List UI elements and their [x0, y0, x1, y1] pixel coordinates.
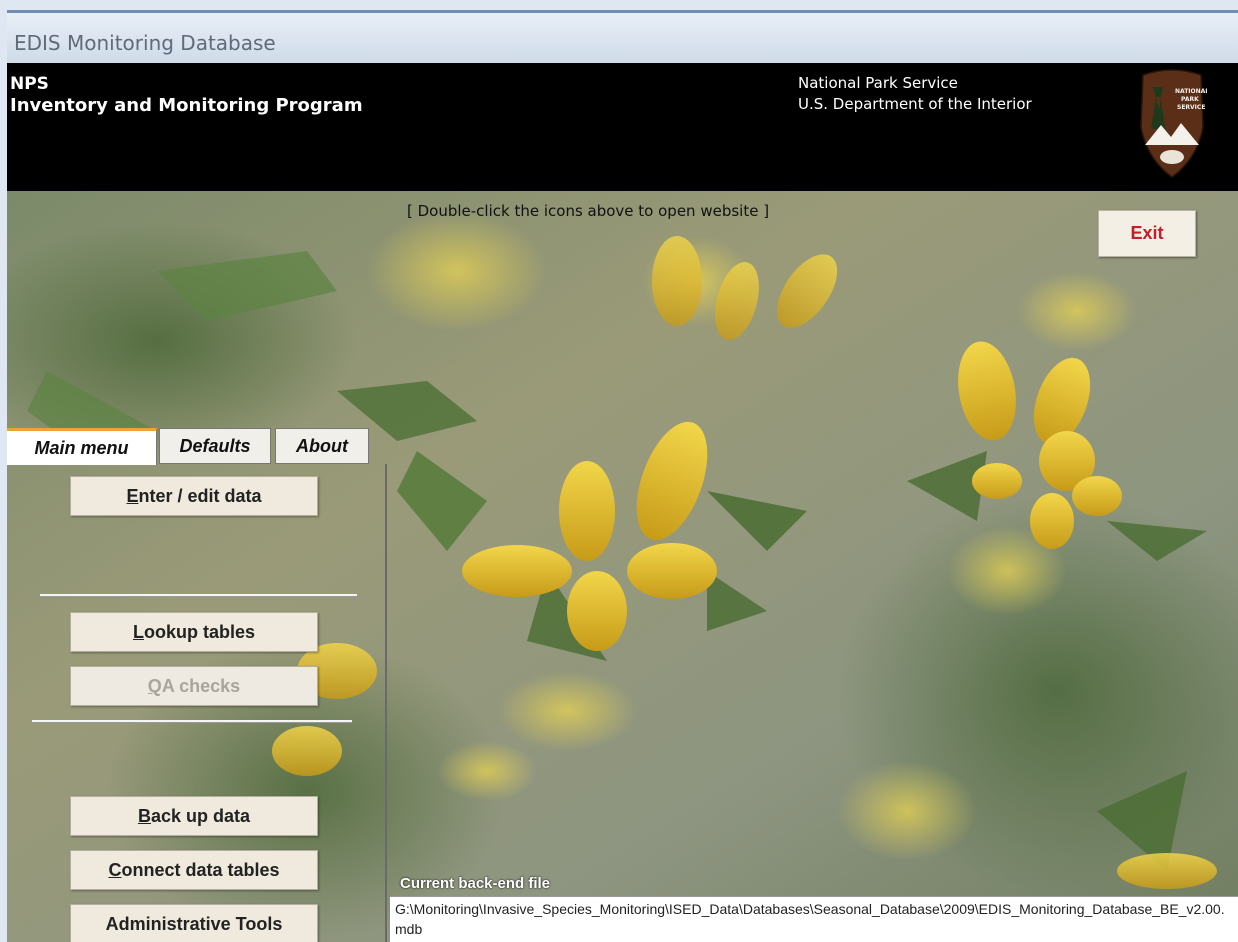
button-label: ookup tables	[143, 621, 255, 642]
administrative-tools-button[interactable]: Administrative Tools	[70, 904, 318, 942]
button-label: nter / edit data	[138, 485, 262, 506]
program-name: Inventory and Monitoring Program	[10, 95, 363, 116]
nps-arrowhead-icon[interactable]: NATIONAL PARK SERVICE	[1137, 67, 1207, 179]
divider	[32, 720, 352, 722]
backend-file-label: Current back-end file	[400, 875, 551, 892]
svg-text:PARK: PARK	[1181, 96, 1199, 103]
button-label: A checks	[161, 675, 241, 696]
accel-key: L	[132, 621, 144, 642]
button-label: ack up data	[150, 805, 251, 826]
lookup-tables-button[interactable]: Lookup tables	[70, 612, 318, 652]
accel-key: E	[126, 485, 139, 506]
agency-block: National Park Service U.S. Department of…	[798, 73, 1032, 115]
svg-text:SERVICE: SERVICE	[1177, 104, 1205, 111]
qa-checks-button: QA checks	[70, 666, 318, 706]
exit-button[interactable]: Exit	[1098, 210, 1196, 257]
divider	[40, 594, 357, 596]
accel-key: Q	[147, 675, 162, 696]
backend-file-path[interactable]: G:\Monitoring\Invasive_Species_Monitorin…	[390, 896, 1238, 942]
program-short: NPS	[10, 74, 49, 94]
tab-main-menu[interactable]: Main menu	[7, 428, 157, 465]
app-window: EDIS Monitoring Database NPS Inventory a…	[7, 10, 1238, 942]
accel-key: B	[137, 805, 151, 826]
website-hint: [ Double-click the icons above to open w…	[407, 202, 770, 220]
accel-key: C	[108, 859, 122, 880]
tab-defaults[interactable]: Defaults	[159, 428, 271, 464]
agency-name: National Park Service	[798, 74, 958, 92]
tab-about[interactable]: About	[275, 428, 369, 464]
button-label: onnect data tables	[121, 859, 280, 880]
window-title: EDIS Monitoring Database	[14, 31, 276, 55]
connect-data-tables-button[interactable]: Connect data tables	[70, 850, 318, 890]
header-banner: NPS Inventory and Monitoring Program Nat…	[7, 63, 1238, 191]
title-bar: EDIS Monitoring Database	[7, 10, 1238, 63]
department-name: U.S. Department of the Interior	[798, 95, 1032, 113]
svg-text:NATIONAL: NATIONAL	[1175, 88, 1207, 95]
enter-edit-data-button[interactable]: Enter / edit data	[70, 476, 318, 516]
back-up-data-button[interactable]: Back up data	[70, 796, 318, 836]
main-menu-panel: Enter / edit data Lookup tables QA check…	[7, 464, 387, 942]
